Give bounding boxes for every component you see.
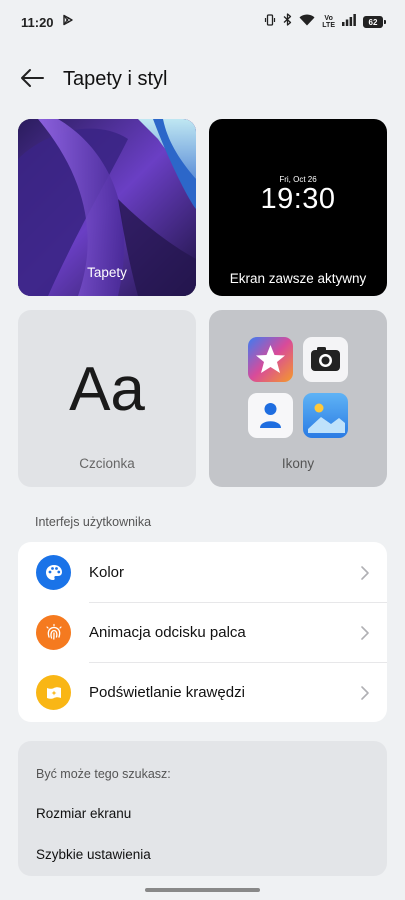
chevron-right-icon [361,685,369,700]
aod-label: Ekran zawsze aktywny [229,271,367,286]
wallpaper-label: Tapety [87,265,127,280]
volte-indicator: Vo LTE [322,15,335,29]
wallpaper-tile[interactable]: Tapety [18,119,196,296]
setting-label-edge-lighting: Podświetlanie krawędzi [89,684,245,701]
signal-icon [342,13,356,31]
app-gallery-icon [303,393,348,438]
app-contacts-icon [248,393,293,438]
edge-light-icon [36,675,71,710]
always-on-display-tile[interactable]: Fri, Oct 26 19:30 Ekran zawsze aktywny [209,119,387,296]
chevron-right-icon [361,625,369,640]
status-bar: 11:20 Vo LTE 62 [0,0,405,44]
app-star-icon [248,337,293,382]
suggestions-card: Być może tego szukasz: Rozmiar ekranu Sz… [18,741,387,876]
suggestions-title: Być może tego szukasz: [36,767,171,781]
font-label: Czcionka [79,456,135,471]
play-store-icon [62,13,74,31]
app-bar: Tapety i styl [0,58,405,102]
section-header: Interfejs użytkownika [35,515,152,529]
palette-icon [36,555,71,590]
suggestion-screen-size[interactable]: Rozmiar ekranu [36,806,131,821]
bluetooth-icon [283,13,292,31]
font-tile[interactable]: Aa Czcionka [18,310,196,487]
font-sample: Aa [69,355,145,424]
wifi-icon [299,13,315,31]
fingerprint-icon [36,615,71,650]
aod-time: 19:30 [260,183,336,215]
app-camera-icon [303,337,348,382]
vibrate-icon [264,13,276,31]
arrow-left-icon [19,68,45,93]
home-indicator[interactable] [145,888,260,892]
suggestion-quick-settings[interactable]: Szybkie ustawienia [36,847,151,862]
setting-row-edge-lighting[interactable]: Podświetlanie krawędzi [18,663,387,722]
setting-label-color: Kolor [89,564,125,581]
ui-settings-card: Kolor Animacja odcisku palca Podświetlan… [18,542,387,722]
icons-tile[interactable]: Ikony [209,310,387,487]
status-time: 11:20 [21,14,54,30]
setting-label-fingerprint-animation: Animacja odcisku palca [89,624,246,641]
back-button[interactable] [14,62,50,98]
chevron-right-icon [361,565,369,580]
battery-icon: 62 [363,16,386,28]
setting-row-color[interactable]: Kolor [18,543,387,602]
icons-label: Ikony [281,456,315,471]
page-title: Tapety i styl [63,68,168,90]
setting-row-fingerprint-animation[interactable]: Animacja odcisku palca [18,603,387,662]
